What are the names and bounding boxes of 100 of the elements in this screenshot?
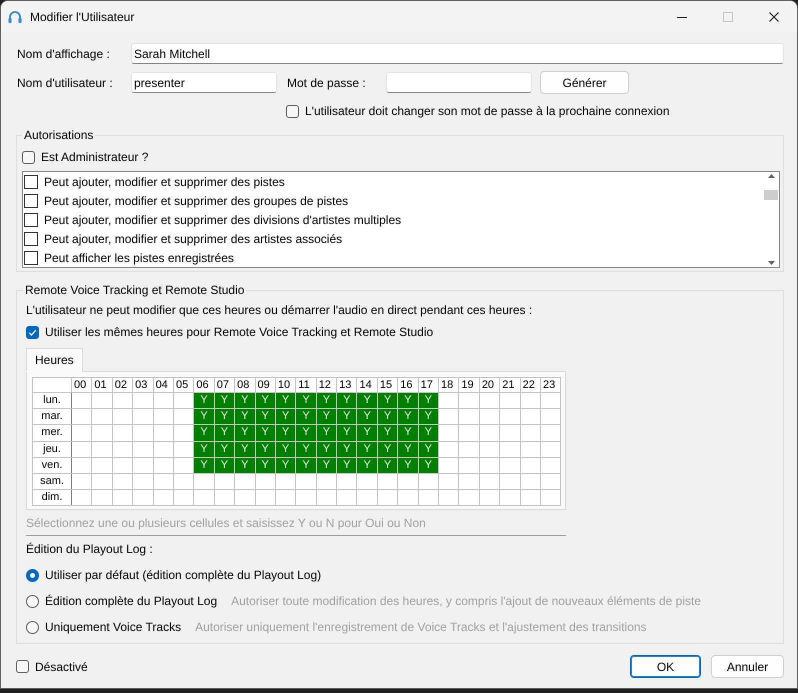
schedule-cell[interactable] — [112, 474, 132, 490]
schedule-cell[interactable] — [92, 458, 112, 473]
schedule-cell[interactable]: Y — [398, 393, 418, 408]
scroll-up-icon[interactable] — [768, 174, 774, 178]
schedule-cell[interactable]: Y — [378, 458, 398, 473]
schedule-cell[interactable] — [480, 393, 500, 408]
schedule-cell[interactable] — [112, 409, 132, 424]
schedule-cell[interactable]: Y — [296, 425, 316, 441]
permission-checkbox[interactable] — [24, 194, 38, 208]
schedule-cell[interactable] — [276, 474, 296, 490]
schedule-cell[interactable] — [174, 458, 194, 473]
schedule-cell[interactable] — [459, 442, 479, 457]
schedule-cell[interactable] — [133, 474, 153, 490]
schedule-cell[interactable] — [337, 474, 356, 490]
checkbox-label[interactable]: Est Administrateur ? — [41, 150, 148, 164]
schedule-cell[interactable] — [357, 474, 377, 490]
schedule-cell[interactable]: Y — [235, 442, 255, 457]
checkbox[interactable] — [16, 660, 29, 674]
schedule-cell[interactable]: Y — [235, 458, 255, 473]
schedule-cell[interactable] — [500, 474, 520, 490]
schedule-cell[interactable]: Y — [194, 393, 214, 408]
schedule-cell[interactable] — [112, 425, 132, 441]
schedule-cell[interactable]: Y — [378, 442, 398, 457]
schedule-cell[interactable]: Y — [357, 393, 377, 408]
schedule-cell[interactable]: Y — [296, 458, 316, 473]
schedule-cell[interactable] — [378, 474, 398, 490]
permission-label[interactable]: Peut ajouter, modifier et supprimer des divisions d'artistes multiples — [44, 212, 402, 227]
schedule-cell[interactable] — [154, 425, 173, 441]
schedule-cell[interactable]: Y — [276, 409, 296, 424]
checkbox-label[interactable]: L'utilisateur doit changer son mot de passe à la prochaine connexion — [305, 104, 670, 118]
radio-button[interactable] — [26, 568, 39, 582]
schedule-cell[interactable] — [112, 458, 132, 473]
schedule-cell[interactable]: Y — [214, 442, 234, 457]
schedule-cell[interactable] — [459, 425, 479, 441]
tab[interactable]: Heures — [26, 348, 83, 372]
schedule-cell[interactable] — [92, 393, 112, 408]
radio-label[interactable]: Utiliser par défaut (édition complète du Playout Log) — [45, 568, 322, 582]
schedule-cell[interactable] — [337, 490, 356, 506]
schedule-cell[interactable] — [520, 458, 540, 473]
schedule-cell[interactable] — [439, 409, 458, 424]
cancel-button[interactable]: Annuler — [711, 655, 784, 678]
schedule-cell[interactable] — [112, 490, 132, 506]
schedule-cell[interactable] — [520, 442, 540, 457]
schedule-cell[interactable] — [459, 474, 479, 490]
schedule-cell[interactable] — [72, 442, 92, 457]
schedule-cell[interactable] — [540, 393, 560, 408]
schedule-cell[interactable] — [214, 474, 234, 490]
schedule-cell[interactable]: Y — [378, 425, 398, 441]
schedule-cell[interactable] — [276, 490, 296, 506]
radio-label[interactable]: Uniquement Voice Tracks — [45, 620, 182, 634]
schedule-cell[interactable] — [154, 490, 173, 506]
radio-button[interactable] — [26, 620, 39, 634]
schedule-cell[interactable] — [500, 409, 520, 424]
schedule-cell[interactable]: Y — [256, 393, 275, 408]
schedule-cell[interactable]: Y — [316, 393, 336, 408]
schedule-cell[interactable]: Y — [276, 425, 296, 441]
permission-checkbox[interactable] — [24, 175, 38, 190]
schedule-cell[interactable] — [439, 425, 458, 441]
schedule-cell[interactable]: Y — [235, 425, 255, 441]
schedule-cell[interactable] — [398, 490, 418, 506]
schedule-cell[interactable] — [92, 490, 112, 506]
schedule-cell[interactable] — [439, 490, 458, 506]
username-field[interactable]: presenter — [131, 72, 277, 93]
schedule-cell[interactable]: Y — [214, 458, 234, 473]
schedule-cell[interactable]: Y — [418, 442, 438, 457]
permission-label[interactable]: Peut ajouter, modifier et supprimer des artistes associés — [44, 232, 342, 246]
schedule-cell[interactable] — [174, 393, 194, 408]
schedule-cell[interactable]: Y — [398, 442, 418, 457]
schedule-cell[interactable]: Y — [316, 425, 336, 441]
schedule-cell[interactable] — [439, 393, 458, 408]
schedule-cell[interactable] — [520, 425, 540, 441]
schedule-cell[interactable]: Y — [256, 409, 275, 424]
schedule-cell[interactable] — [459, 393, 479, 408]
password-field[interactable] — [386, 72, 532, 93]
schedule-cell[interactable] — [378, 490, 398, 506]
schedule-cell[interactable]: Y — [214, 393, 234, 408]
schedule-cell[interactable]: Y — [337, 458, 356, 473]
schedule-cell[interactable]: Y — [316, 409, 336, 424]
schedule-cell[interactable]: Y — [316, 458, 336, 473]
schedule-cell[interactable]: Y — [398, 409, 418, 424]
ok-button[interactable]: OK — [630, 655, 701, 678]
schedule-cell[interactable] — [133, 409, 153, 424]
schedule-cell[interactable] — [418, 474, 438, 490]
schedule-cell[interactable] — [154, 393, 173, 408]
schedule-cell[interactable]: Y — [276, 442, 296, 457]
radio-button[interactable] — [26, 594, 39, 608]
schedule-cell[interactable] — [316, 474, 336, 490]
checkbox[interactable] — [26, 326, 39, 338]
checkbox[interactable] — [286, 104, 299, 118]
schedule-cell[interactable] — [459, 409, 479, 424]
schedule-cell[interactable]: Y — [276, 458, 296, 473]
checkbox[interactable] — [22, 150, 35, 164]
schedule-cell[interactable]: Y — [337, 442, 356, 457]
schedule-cell[interactable]: Y — [296, 393, 316, 408]
schedule-cell[interactable] — [500, 442, 520, 457]
scroll-down-icon[interactable] — [768, 261, 774, 265]
schedule-cell[interactable] — [500, 490, 520, 506]
schedule-cell[interactable] — [72, 474, 92, 490]
schedule-cell[interactable] — [520, 490, 540, 506]
display-name-field[interactable]: Sarah Mitchell — [131, 43, 784, 64]
